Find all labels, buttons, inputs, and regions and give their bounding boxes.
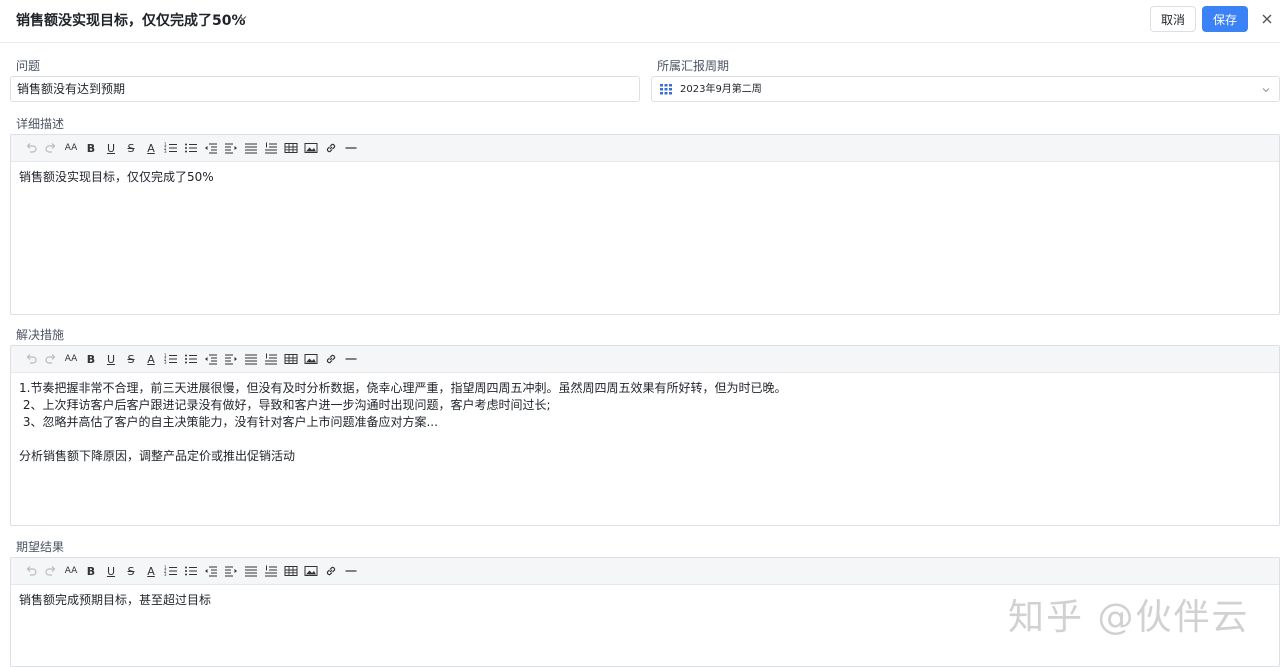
table-icon[interactable]: [284, 141, 298, 155]
chevron-down-icon[interactable]: [1261, 85, 1271, 95]
period-label: 所属汇报周期: [657, 59, 730, 73]
underline-icon[interactable]: U: [104, 141, 118, 155]
text-color-icon[interactable]: A: [144, 352, 158, 366]
bold-icon[interactable]: B: [84, 352, 98, 366]
underline-icon[interactable]: U: [104, 564, 118, 578]
bullet-list-icon[interactable]: [184, 352, 198, 366]
redo-icon[interactable]: [44, 352, 58, 366]
align-icon[interactable]: [244, 564, 258, 578]
chevron-down-icon[interactable]: [238, 13, 248, 23]
detail-label: 详细描述: [16, 117, 65, 131]
svg-text:3: 3: [164, 360, 167, 365]
editor-toolbar: AA B U S A 123: [11, 558, 1279, 585]
calendar-grid-icon: [660, 84, 672, 95]
font-size-icon[interactable]: AA: [64, 141, 78, 155]
link-icon[interactable]: [324, 141, 338, 155]
bullet-list-icon[interactable]: [184, 564, 198, 578]
expected-label: 期望结果: [16, 540, 65, 554]
editor-toolbar: AA B U S A 123: [11, 135, 1279, 162]
line-height-icon[interactable]: [264, 141, 278, 155]
strikethrough-icon[interactable]: S: [124, 141, 138, 155]
solution-label: 解决措施: [16, 328, 65, 342]
page-title: 销售额没实现目标，仅仅完成了50%: [16, 13, 246, 29]
horizontal-rule-icon[interactable]: [344, 352, 358, 366]
detail-content[interactable]: 销售额没实现目标，仅仅完成了50%: [11, 162, 1279, 193]
image-icon[interactable]: [304, 564, 318, 578]
ordered-list-icon[interactable]: 123: [164, 352, 178, 366]
image-icon[interactable]: [304, 352, 318, 366]
indent-icon[interactable]: [224, 352, 238, 366]
save-button[interactable]: 保存: [1202, 6, 1248, 32]
indent-icon[interactable]: [224, 141, 238, 155]
header-bar: 销售额没实现目标，仅仅完成了50% 取消 保存: [0, 0, 1280, 43]
indent-icon[interactable]: [224, 564, 238, 578]
cancel-button[interactable]: 取消: [1150, 6, 1196, 32]
line-height-icon[interactable]: [264, 352, 278, 366]
outdent-icon[interactable]: [204, 564, 218, 578]
underline-icon[interactable]: U: [104, 352, 118, 366]
line-height-icon[interactable]: [264, 564, 278, 578]
text-color-icon[interactable]: A: [144, 141, 158, 155]
solution-content[interactable]: 1.节奏把握非常不合理，前三天进展很慢，但没有及时分析数据，侥幸心理严重，指望周…: [11, 373, 1279, 472]
period-select[interactable]: 2023年9月第二周: [651, 76, 1280, 102]
bold-icon[interactable]: B: [84, 141, 98, 155]
bold-icon[interactable]: B: [84, 564, 98, 578]
link-icon[interactable]: [324, 352, 338, 366]
period-value: 2023年9月第二周: [680, 84, 762, 95]
strikethrough-icon[interactable]: S: [124, 564, 138, 578]
watermark: 知乎 @伙伴云: [1008, 597, 1250, 638]
table-icon[interactable]: [284, 564, 298, 578]
undo-icon[interactable]: [24, 141, 38, 155]
redo-icon[interactable]: [44, 141, 58, 155]
svg-text:3: 3: [164, 149, 167, 154]
close-icon[interactable]: [1259, 11, 1275, 27]
text-color-icon[interactable]: A: [144, 564, 158, 578]
outdent-icon[interactable]: [204, 141, 218, 155]
link-icon[interactable]: [324, 564, 338, 578]
font-size-icon[interactable]: AA: [64, 564, 78, 578]
undo-icon[interactable]: [24, 352, 38, 366]
ordered-list-icon[interactable]: 123: [164, 564, 178, 578]
strikethrough-icon[interactable]: S: [124, 352, 138, 366]
solution-editor: AA B U S A 123 1.节奏把握非常不合理，前三天进展很慢，但没有及时…: [10, 345, 1280, 526]
font-size-icon[interactable]: AA: [64, 352, 78, 366]
redo-icon[interactable]: [44, 564, 58, 578]
horizontal-rule-icon[interactable]: [344, 141, 358, 155]
undo-icon[interactable]: [24, 564, 38, 578]
horizontal-rule-icon[interactable]: [344, 564, 358, 578]
ordered-list-icon[interactable]: 123: [164, 141, 178, 155]
svg-text:3: 3: [164, 572, 167, 577]
align-icon[interactable]: [244, 141, 258, 155]
issue-label: 问题: [16, 59, 41, 73]
image-icon[interactable]: [304, 141, 318, 155]
issue-input[interactable]: 销售额没有达到预期: [10, 76, 640, 102]
align-icon[interactable]: [244, 352, 258, 366]
editor-toolbar: AA B U S A 123: [11, 346, 1279, 373]
bullet-list-icon[interactable]: [184, 141, 198, 155]
table-icon[interactable]: [284, 352, 298, 366]
detail-editor: AA B U S A 123 销售额没实现目标，仅仅完成了50%: [10, 134, 1280, 315]
outdent-icon[interactable]: [204, 352, 218, 366]
